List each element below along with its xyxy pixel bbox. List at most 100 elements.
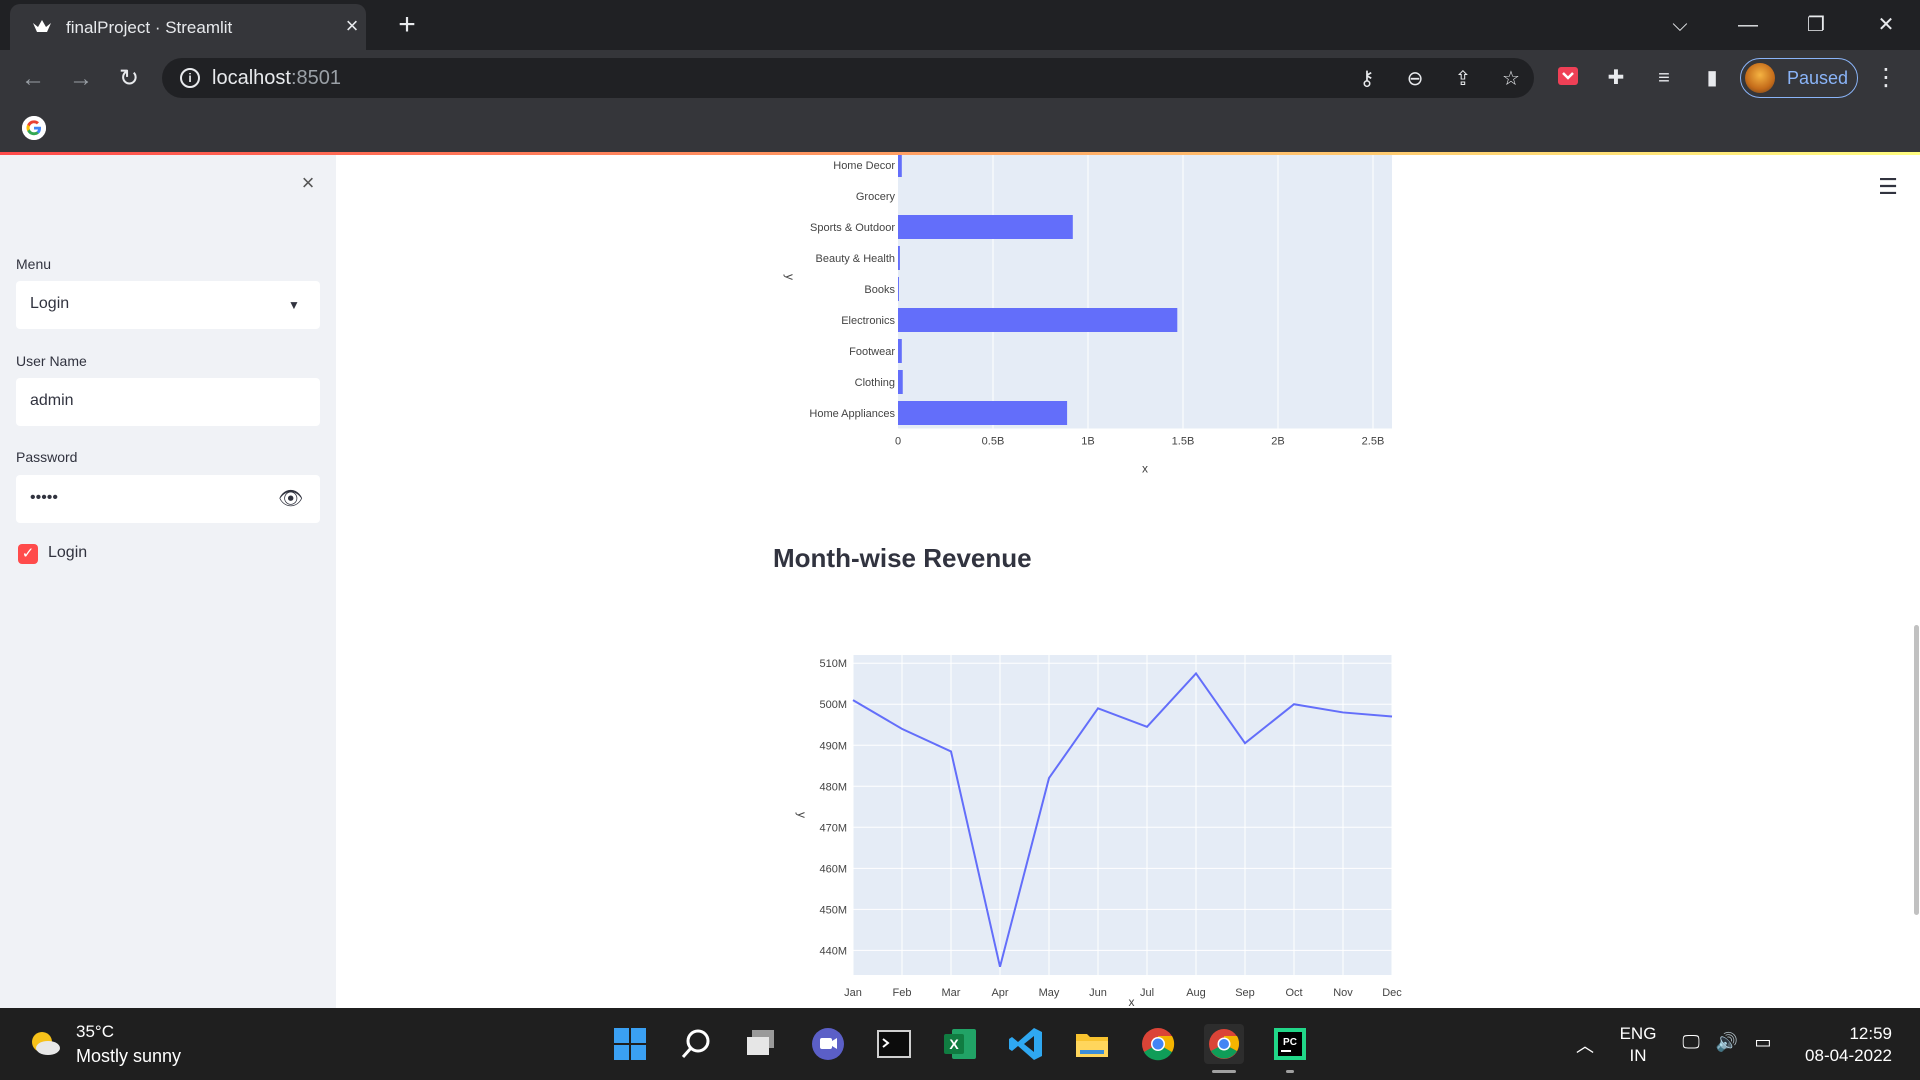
language-code: ENG bbox=[1619, 1024, 1657, 1043]
month-wise-revenue-heading: Month-wise Revenue bbox=[773, 543, 1032, 573]
chrome-active-icon[interactable] bbox=[1204, 1024, 1244, 1064]
bar bbox=[898, 277, 899, 301]
line-y-tick-label: 500M bbox=[819, 699, 847, 711]
restore-icon[interactable]: ❐ bbox=[1796, 10, 1836, 40]
line-y-axis-label: y bbox=[795, 812, 809, 818]
excel-icon[interactable]: X bbox=[940, 1024, 980, 1064]
bar-category-label: Footwear bbox=[849, 346, 895, 358]
password-key-icon[interactable]: ⚷ bbox=[1354, 66, 1380, 92]
line-x-tick-label: Dec bbox=[1382, 987, 1402, 999]
search-icon[interactable] bbox=[676, 1024, 716, 1064]
network-icon[interactable]: 🖵 bbox=[1676, 1032, 1706, 1053]
bar bbox=[898, 246, 900, 270]
profile-button[interactable]: Paused bbox=[1740, 58, 1858, 98]
browser-toolbar: ← → ↻ i localhost:8501 ⚷ ⊖ ⇪ ☆ ✚ ≡ ▮ Pau… bbox=[0, 50, 1920, 106]
tab-search-chevron-icon[interactable]: ⌵ bbox=[1660, 10, 1700, 40]
windows-taskbar: 35°C Mostly sunny X PC ︿ ENG IN 🖵 🔊 ▭ 12… bbox=[0, 1008, 1920, 1080]
menu-select[interactable]: Login ▼ bbox=[16, 281, 320, 329]
media-control-icon[interactable]: ≡ bbox=[1650, 64, 1678, 92]
weather-temperature[interactable]: 35°C bbox=[76, 1022, 114, 1042]
bar-category-label: Home Decor bbox=[833, 160, 895, 172]
bar-x-axis-label: x bbox=[1142, 462, 1148, 476]
reload-icon[interactable]: ↻ bbox=[114, 64, 144, 94]
extensions-puzzle-icon[interactable]: ✚ bbox=[1602, 64, 1630, 92]
bar-category-label: Beauty & Health bbox=[816, 253, 896, 265]
bar-category-label: Home Appliances bbox=[809, 408, 895, 420]
google-bookmark-icon[interactable] bbox=[22, 116, 46, 140]
bar bbox=[898, 215, 1073, 239]
teams-chat-icon[interactable] bbox=[808, 1024, 848, 1064]
pycharm-icon[interactable]: PC bbox=[1270, 1024, 1310, 1064]
sidebar-close-icon[interactable]: × bbox=[296, 171, 320, 195]
bar-category-label: Books bbox=[864, 284, 895, 296]
bar bbox=[898, 370, 903, 394]
clock[interactable]: 12:59 08-04-2022 bbox=[1796, 1023, 1892, 1067]
bar-category-label: Sports & Outdoor bbox=[810, 222, 895, 234]
bar bbox=[898, 401, 1068, 425]
username-label: User Name bbox=[16, 353, 87, 369]
close-window-icon[interactable]: ✕ bbox=[1866, 10, 1906, 40]
line-x-tick-label: Aug bbox=[1186, 987, 1206, 999]
username-field[interactable]: admin bbox=[16, 378, 320, 426]
weather-description[interactable]: Mostly sunny bbox=[76, 1046, 181, 1067]
task-view-icon[interactable] bbox=[742, 1024, 782, 1064]
volume-icon[interactable]: 🔊 bbox=[1712, 1032, 1742, 1053]
password-field[interactable]: ••••• 👁 bbox=[16, 475, 320, 523]
bar-plot-area bbox=[898, 155, 1392, 429]
show-hidden-icons-chevron-icon[interactable]: ︿ bbox=[1570, 1032, 1600, 1058]
bar-x-tick-label: 2.5B bbox=[1362, 436, 1385, 448]
tab-title: finalProject · Streamlit bbox=[66, 18, 233, 37]
bar-x-tick-label: 1B bbox=[1081, 436, 1094, 448]
terminal-icon[interactable] bbox=[874, 1024, 914, 1064]
svg-text:PC: PC bbox=[1283, 1037, 1297, 1048]
line-y-tick-label: 450M bbox=[819, 904, 847, 916]
tab-close-icon[interactable]: × bbox=[340, 14, 364, 38]
line-y-tick-label: 470M bbox=[819, 822, 847, 834]
address-bar[interactable]: i localhost:8501 ⚷ ⊖ ⇪ ☆ bbox=[162, 58, 1534, 98]
browser-menu-icon[interactable]: ⋮ bbox=[1872, 64, 1900, 92]
line-chart-group: Jan Feb Mar Apr May Jun Jul Aug Sep Oct Nov Dec 440M… bbox=[795, 655, 1402, 1008]
site-info-icon[interactable]: i bbox=[180, 68, 200, 88]
show-password-eye-icon[interactable]: 👁 bbox=[278, 489, 303, 509]
pocket-extension-icon[interactable] bbox=[1554, 64, 1582, 92]
zoom-icon[interactable]: ⊖ bbox=[1402, 66, 1428, 92]
bar-x-tick-label: 0.5B bbox=[982, 436, 1005, 448]
main-scrollbar[interactable] bbox=[1914, 625, 1919, 915]
bar-y-axis-label: y bbox=[783, 274, 797, 280]
line-x-tick-label: Apr bbox=[991, 987, 1008, 999]
browser-tab[interactable]: finalProject · Streamlit × bbox=[10, 4, 366, 50]
caret-down-icon: ▼ bbox=[288, 298, 300, 312]
password-value: ••••• bbox=[30, 489, 59, 506]
menu-select-value: Login bbox=[30, 295, 70, 312]
vscode-icon[interactable] bbox=[1006, 1024, 1046, 1064]
battery-icon[interactable]: ▭ bbox=[1748, 1032, 1778, 1053]
chrome-icon[interactable] bbox=[1138, 1024, 1178, 1064]
windows-start-icon[interactable] bbox=[610, 1024, 650, 1064]
forward-arrow-icon[interactable]: → bbox=[66, 64, 96, 94]
url-text[interactable]: localhost:8501 bbox=[212, 67, 341, 90]
username-value: admin bbox=[30, 392, 74, 409]
language-indicator[interactable]: ENG IN bbox=[1618, 1023, 1658, 1067]
login-checkbox-label[interactable]: Login bbox=[48, 544, 87, 562]
file-explorer-icon[interactable] bbox=[1072, 1024, 1112, 1064]
back-arrow-icon[interactable]: ← bbox=[18, 64, 48, 94]
line-x-tick-label: Feb bbox=[893, 987, 912, 999]
line-x-tick-label: Nov bbox=[1333, 987, 1353, 999]
line-y-tick-label: 460M bbox=[819, 863, 847, 875]
minimize-icon[interactable]: — bbox=[1728, 10, 1768, 40]
login-checkbox[interactable]: ✓ bbox=[18, 544, 38, 564]
bar-category-label: Clothing bbox=[855, 377, 895, 389]
side-panel-icon[interactable]: ▮ bbox=[1698, 64, 1726, 92]
share-icon[interactable]: ⇪ bbox=[1450, 66, 1476, 92]
menu-label: Menu bbox=[16, 256, 52, 272]
line-plot-area bbox=[853, 655, 1392, 975]
password-label: Password bbox=[16, 449, 78, 465]
weather-sun-icon bbox=[32, 1032, 60, 1055]
new-tab-icon[interactable]: + bbox=[392, 10, 422, 40]
bar-category-label: Grocery bbox=[856, 191, 896, 203]
category-revenue-bar-chart: 0 0.5B 1B 1.5B 2B 2.5B Home Decor Grocery Sports… bbox=[783, 155, 1392, 476]
profile-status-label: Paused bbox=[1787, 68, 1849, 88]
line-y-tick-label: 480M bbox=[819, 781, 847, 793]
bookmark-star-icon[interactable]: ☆ bbox=[1498, 66, 1524, 92]
line-x-tick-label: Jul bbox=[1140, 987, 1154, 999]
